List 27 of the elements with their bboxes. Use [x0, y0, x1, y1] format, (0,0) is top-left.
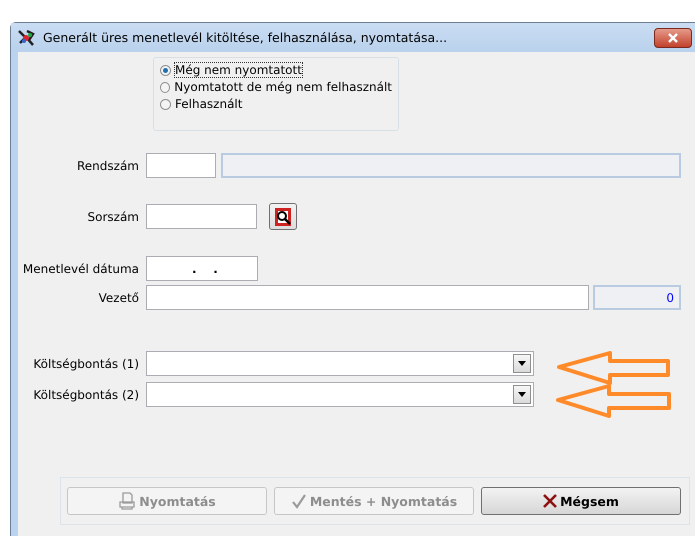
input-field[interactable]	[146, 204, 257, 229]
check-icon	[290, 493, 307, 509]
dropdown-field[interactable]	[146, 382, 534, 407]
app-icon	[17, 28, 37, 48]
radio-option[interactable]: Még nem nyomtatott	[160, 63, 392, 77]
window-title: Generált üres menetlevél kitöltése, felhasználása, nyomtatása...	[43, 30, 448, 45]
printer-icon	[118, 492, 136, 510]
caret-icon	[518, 361, 526, 366]
field-label: Sorszám	[86, 210, 139, 224]
close-icon	[543, 494, 558, 508]
radio-option[interactable]: Felhasznált	[160, 97, 392, 111]
input-field[interactable]	[146, 153, 216, 178]
caret-icon	[518, 392, 526, 397]
field-label: Vezető	[98, 290, 139, 304]
readonly-field: 0	[593, 285, 681, 310]
dropdown-field[interactable]	[146, 351, 534, 376]
field-label: Menetlevél dátuma	[22, 262, 139, 276]
close-icon	[667, 32, 679, 42]
action-button[interactable]: Mégsem	[481, 487, 681, 515]
search-button[interactable]	[269, 203, 297, 230]
field-label: Költségbontás (2)	[32, 388, 139, 402]
date-field[interactable]: . .	[146, 256, 258, 281]
input-field[interactable]	[146, 285, 589, 310]
radio-option[interactable]: Nyomtatott de még nem felhasznált	[160, 80, 392, 94]
field-label: Rendszám	[76, 158, 139, 172]
field-label: Költségbontás (1)	[32, 356, 139, 370]
close-button[interactable]	[654, 28, 692, 48]
